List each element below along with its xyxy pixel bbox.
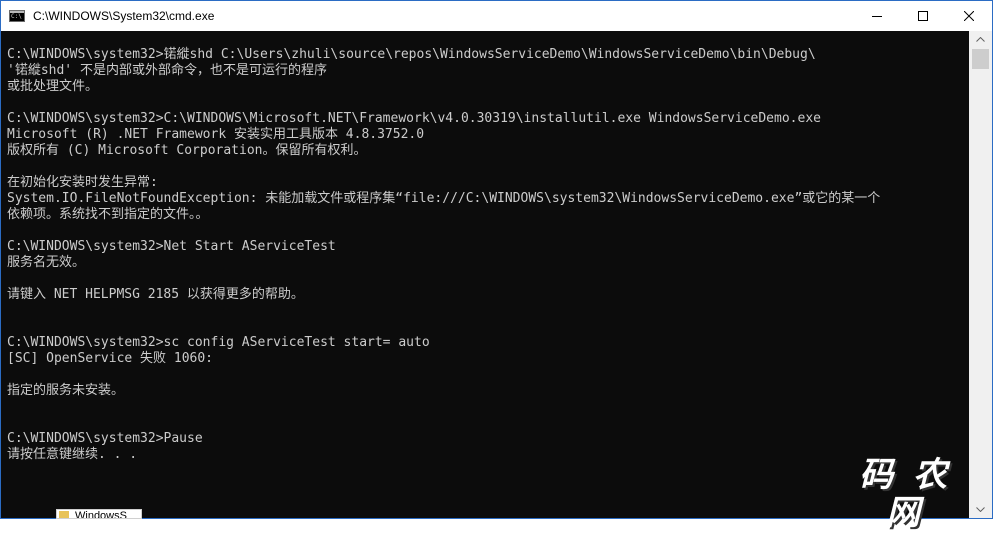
site-watermark: 码 农 网 www.itsvse.com	[842, 456, 968, 545]
console-line: C:\WINDOWS\system32>锘縰shd C:\Users\zhuli…	[7, 47, 816, 62]
console-line: [SC] OpenService 失败 1060:	[7, 351, 214, 366]
console-line: 请键入 NET HELPMSG 2185 以获得更多的帮助。	[7, 287, 304, 302]
title-bar[interactable]: C:\WINDOWS\System32\cmd.exe	[1, 1, 992, 31]
watermark-url: www.itsvse.com	[847, 532, 963, 545]
maximize-icon	[918, 11, 928, 21]
chevron-down-icon	[976, 507, 985, 512]
background-window-label: WindowsS	[75, 510, 127, 519]
maximize-button[interactable]	[900, 1, 946, 31]
chevron-up-icon	[976, 37, 985, 42]
console-line: C:\WINDOWS\system32>sc config AServiceTe…	[7, 335, 430, 350]
vertical-scrollbar[interactable]	[969, 31, 992, 518]
console-output[interactable]: C:\WINDOWS\system32>锘縰shd C:\Users\zhuli…	[1, 31, 969, 518]
window-title: C:\WINDOWS\System32\cmd.exe	[33, 9, 215, 23]
console-line: 服务名无效。	[7, 255, 86, 270]
console-line: 请按任意键继续. . .	[7, 447, 138, 462]
scroll-down-button[interactable]	[969, 501, 992, 518]
console-line: C:\WINDOWS\system32>Net Start AServiceTe…	[7, 239, 336, 254]
scroll-up-button[interactable]	[969, 31, 992, 48]
console-line: 或批处理文件。	[7, 79, 99, 94]
watermark-title: 码 农 网	[859, 455, 951, 533]
close-button[interactable]	[946, 1, 992, 31]
console-line: C:\WINDOWS\system32>C:\WINDOWS\Microsoft…	[7, 111, 821, 126]
console-line: 在初始化安装时发生异常:	[7, 175, 158, 190]
console-line: Microsoft (R) .NET Framework 安装实用工具版本 4.…	[7, 127, 425, 142]
minimize-icon	[872, 16, 882, 17]
background-window-tab[interactable]: WindowsS	[56, 509, 142, 519]
console-line: 依赖项。系统找不到指定的文件。。	[7, 207, 209, 222]
close-icon	[964, 11, 974, 21]
console-line: '锘縰shd' 不是内部或外部命令，也不是可运行的程序	[7, 63, 327, 78]
cmd-window: C:\WINDOWS\System32\cmd.exe C:\WINDOWS\s…	[0, 0, 993, 519]
console-line: C:\WINDOWS\system32>Pause	[7, 431, 203, 446]
folder-icon	[59, 511, 69, 518]
console-line: 版权所有 (C) Microsoft Corporation。保留所有权利。	[7, 143, 367, 158]
console-text: C:\WINDOWS\system32>锘縰shd C:\Users\zhuli…	[7, 47, 880, 463]
console-line: 指定的服务未安装。	[7, 383, 125, 398]
console-icon[interactable]	[9, 10, 25, 22]
minimize-button[interactable]	[854, 1, 900, 31]
console-line: System.IO.FileNotFoundException: 未能加载文件或…	[7, 191, 881, 206]
scroll-thumb[interactable]	[972, 49, 989, 69]
